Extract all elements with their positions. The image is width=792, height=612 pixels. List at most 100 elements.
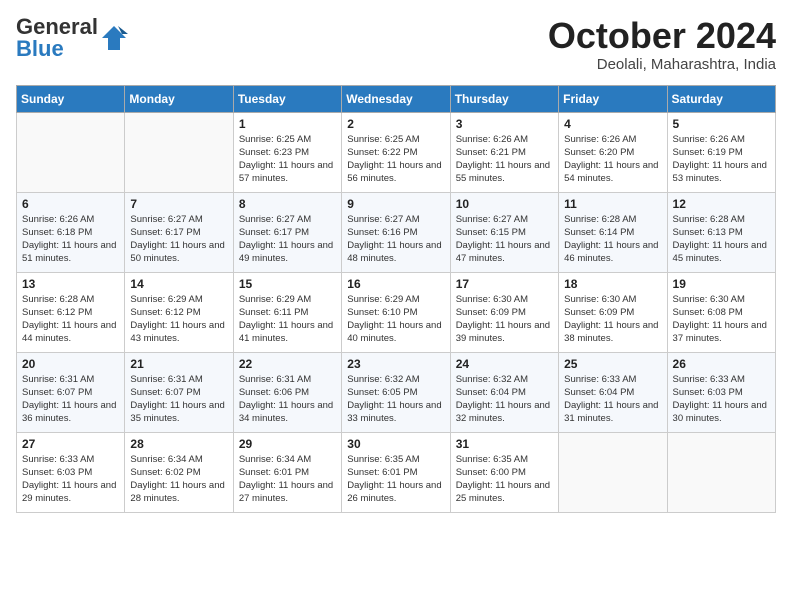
calendar-cell: 24Sunrise: 6:32 AM Sunset: 6:04 PM Dayli… xyxy=(450,352,558,432)
cell-info: Sunrise: 6:29 AM Sunset: 6:12 PM Dayligh… xyxy=(130,293,227,346)
cell-info: Sunrise: 6:26 AM Sunset: 6:19 PM Dayligh… xyxy=(673,133,770,186)
day-number: 9 xyxy=(347,197,444,211)
calendar-cell: 26 Sunrise: 6:33 AM Sunset: 6:03 PM Dayli… xyxy=(667,352,775,432)
calendar-cell: 18Sunrise: 6:30 AM Sunset: 6:09 PM Dayli… xyxy=(559,272,667,352)
calendar-cell: 22 Sunrise: 6:31 AM Sunset: 6:06 PM Dayli… xyxy=(233,352,341,432)
calendar-cell: 5Sunrise: 6:26 AM Sunset: 6:19 PM Daylig… xyxy=(667,112,775,192)
day-number: 27 xyxy=(22,437,119,451)
calendar-cell: 29Sunrise: 6:34 AM Sunset: 6:01 PM Dayli… xyxy=(233,432,341,512)
calendar-cell: 9 Sunrise: 6:27 AM Sunset: 6:16 PM Daylig… xyxy=(342,192,450,272)
header-sunday: Sunday xyxy=(17,85,125,112)
logo-general-text: General xyxy=(16,16,98,38)
header-saturday: Saturday xyxy=(667,85,775,112)
calendar-cell: 4 Sunrise: 6:26 AM Sunset: 6:20 PM Daylig… xyxy=(559,112,667,192)
calendar-table: SundayMondayTuesdayWednesdayThursdayFrid… xyxy=(16,85,776,513)
calendar-cell: 28 Sunrise: 6:34 AM Sunset: 6:02 PM Dayli… xyxy=(125,432,233,512)
cell-info: Sunrise: 6:28 AM Sunset: 6:12 PM Dayligh… xyxy=(22,293,119,346)
day-number: 1 xyxy=(239,117,336,131)
week-row-3: 13 Sunrise: 6:28 AM Sunset: 6:12 PM Dayli… xyxy=(17,272,776,352)
cell-info: Sunrise: 6:27 AM Sunset: 6:15 PM Dayligh… xyxy=(456,213,553,266)
cell-info: Sunrise: 6:25 AM Sunset: 6:23 PM Dayligh… xyxy=(239,133,336,186)
logo: General Blue xyxy=(16,16,128,60)
header-tuesday: Tuesday xyxy=(233,85,341,112)
logo-blue-text: Blue xyxy=(16,38,98,60)
cell-info: Sunrise: 6:33 AM Sunset: 6:04 PM Dayligh… xyxy=(564,373,661,426)
cell-info: Sunrise: 6:25 AM Sunset: 6:22 PM Dayligh… xyxy=(347,133,444,186)
cell-info: Sunrise: 6:33 AM Sunset: 6:03 PM Dayligh… xyxy=(673,373,770,426)
day-number: 14 xyxy=(130,277,227,291)
week-row-4: 20 Sunrise: 6:31 AM Sunset: 6:07 PM Dayli… xyxy=(17,352,776,432)
cell-info: Sunrise: 6:33 AM Sunset: 6:03 PM Dayligh… xyxy=(22,453,119,506)
day-number: 22 xyxy=(239,357,336,371)
cell-info: Sunrise: 6:29 AM Sunset: 6:11 PM Dayligh… xyxy=(239,293,336,346)
day-number: 25 xyxy=(564,357,661,371)
day-number: 17 xyxy=(456,277,553,291)
calendar-cell: 14 Sunrise: 6:29 AM Sunset: 6:12 PM Dayli… xyxy=(125,272,233,352)
title-block: October 2024 Deolali, Maharashtra, India xyxy=(548,16,776,73)
day-number: 13 xyxy=(22,277,119,291)
day-number: 23 xyxy=(347,357,444,371)
week-row-5: 27 Sunrise: 6:33 AM Sunset: 6:03 PM Dayli… xyxy=(17,432,776,512)
calendar-cell xyxy=(667,432,775,512)
calendar-cell: 20 Sunrise: 6:31 AM Sunset: 6:07 PM Dayli… xyxy=(17,352,125,432)
cell-info: Sunrise: 6:31 AM Sunset: 6:06 PM Dayligh… xyxy=(239,373,336,426)
week-row-2: 6 Sunrise: 6:26 AM Sunset: 6:18 PM Daylig… xyxy=(17,192,776,272)
day-number: 24 xyxy=(456,357,553,371)
page-header: General Blue October 2024 Deolali, Mahar… xyxy=(16,16,776,73)
calendar-cell: 10 Sunrise: 6:27 AM Sunset: 6:15 PM Dayli… xyxy=(450,192,558,272)
day-number: 18 xyxy=(564,277,661,291)
cell-info: Sunrise: 6:35 AM Sunset: 6:00 PM Dayligh… xyxy=(456,453,553,506)
location: Deolali, Maharashtra, India xyxy=(548,56,776,73)
calendar-cell: 27 Sunrise: 6:33 AM Sunset: 6:03 PM Dayli… xyxy=(17,432,125,512)
day-number: 20 xyxy=(22,357,119,371)
calendar-cell: 11 Sunrise: 6:28 AM Sunset: 6:14 PM Dayli… xyxy=(559,192,667,272)
calendar-cell: 13 Sunrise: 6:28 AM Sunset: 6:12 PM Dayli… xyxy=(17,272,125,352)
cell-info: Sunrise: 6:28 AM Sunset: 6:13 PM Dayligh… xyxy=(673,213,770,266)
calendar-cell: 7Sunrise: 6:27 AM Sunset: 6:17 PM Daylig… xyxy=(125,192,233,272)
day-number: 16 xyxy=(347,277,444,291)
cell-info: Sunrise: 6:31 AM Sunset: 6:07 PM Dayligh… xyxy=(130,373,227,426)
calendar-cell: 16Sunrise: 6:29 AM Sunset: 6:10 PM Dayli… xyxy=(342,272,450,352)
calendar-cell: 1 Sunrise: 6:25 AM Sunset: 6:23 PM Daylig… xyxy=(233,112,341,192)
cell-info: Sunrise: 6:30 AM Sunset: 6:08 PM Dayligh… xyxy=(673,293,770,346)
day-number: 28 xyxy=(130,437,227,451)
cell-info: Sunrise: 6:28 AM Sunset: 6:14 PM Dayligh… xyxy=(564,213,661,266)
day-number: 6 xyxy=(22,197,119,211)
day-number: 19 xyxy=(673,277,770,291)
calendar-header-row: SundayMondayTuesdayWednesdayThursdayFrid… xyxy=(17,85,776,112)
day-number: 8 xyxy=(239,197,336,211)
calendar-cell xyxy=(17,112,125,192)
cell-info: Sunrise: 6:30 AM Sunset: 6:09 PM Dayligh… xyxy=(456,293,553,346)
cell-info: Sunrise: 6:31 AM Sunset: 6:07 PM Dayligh… xyxy=(22,373,119,426)
calendar-cell: 21 Sunrise: 6:31 AM Sunset: 6:07 PM Dayli… xyxy=(125,352,233,432)
day-number: 7 xyxy=(130,197,227,211)
day-number: 29 xyxy=(239,437,336,451)
calendar-body: 1 Sunrise: 6:25 AM Sunset: 6:23 PM Daylig… xyxy=(17,112,776,512)
cell-info: Sunrise: 6:27 AM Sunset: 6:17 PM Dayligh… xyxy=(239,213,336,266)
header-wednesday: Wednesday xyxy=(342,85,450,112)
day-number: 10 xyxy=(456,197,553,211)
cell-info: Sunrise: 6:32 AM Sunset: 6:05 PM Dayligh… xyxy=(347,373,444,426)
calendar-cell: 23 Sunrise: 6:32 AM Sunset: 6:05 PM Dayli… xyxy=(342,352,450,432)
day-number: 4 xyxy=(564,117,661,131)
cell-info: Sunrise: 6:26 AM Sunset: 6:20 PM Dayligh… xyxy=(564,133,661,186)
calendar-cell: 19 Sunrise: 6:30 AM Sunset: 6:08 PM Dayli… xyxy=(667,272,775,352)
cell-info: Sunrise: 6:26 AM Sunset: 6:18 PM Dayligh… xyxy=(22,213,119,266)
day-number: 21 xyxy=(130,357,227,371)
day-number: 3 xyxy=(456,117,553,131)
day-number: 26 xyxy=(673,357,770,371)
cell-info: Sunrise: 6:34 AM Sunset: 6:02 PM Dayligh… xyxy=(130,453,227,506)
calendar-cell: 30Sunrise: 6:35 AM Sunset: 6:01 PM Dayli… xyxy=(342,432,450,512)
day-number: 12 xyxy=(673,197,770,211)
day-number: 11 xyxy=(564,197,661,211)
calendar-cell: 3 Sunrise: 6:26 AM Sunset: 6:21 PM Daylig… xyxy=(450,112,558,192)
cell-info: Sunrise: 6:27 AM Sunset: 6:16 PM Dayligh… xyxy=(347,213,444,266)
month-title: October 2024 xyxy=(548,16,776,56)
calendar-cell xyxy=(559,432,667,512)
calendar-cell: 6 Sunrise: 6:26 AM Sunset: 6:18 PM Daylig… xyxy=(17,192,125,272)
day-number: 31 xyxy=(456,437,553,451)
day-number: 2 xyxy=(347,117,444,131)
calendar-cell: 8 Sunrise: 6:27 AM Sunset: 6:17 PM Daylig… xyxy=(233,192,341,272)
cell-info: Sunrise: 6:26 AM Sunset: 6:21 PM Dayligh… xyxy=(456,133,553,186)
calendar-cell: 15Sunrise: 6:29 AM Sunset: 6:11 PM Dayli… xyxy=(233,272,341,352)
